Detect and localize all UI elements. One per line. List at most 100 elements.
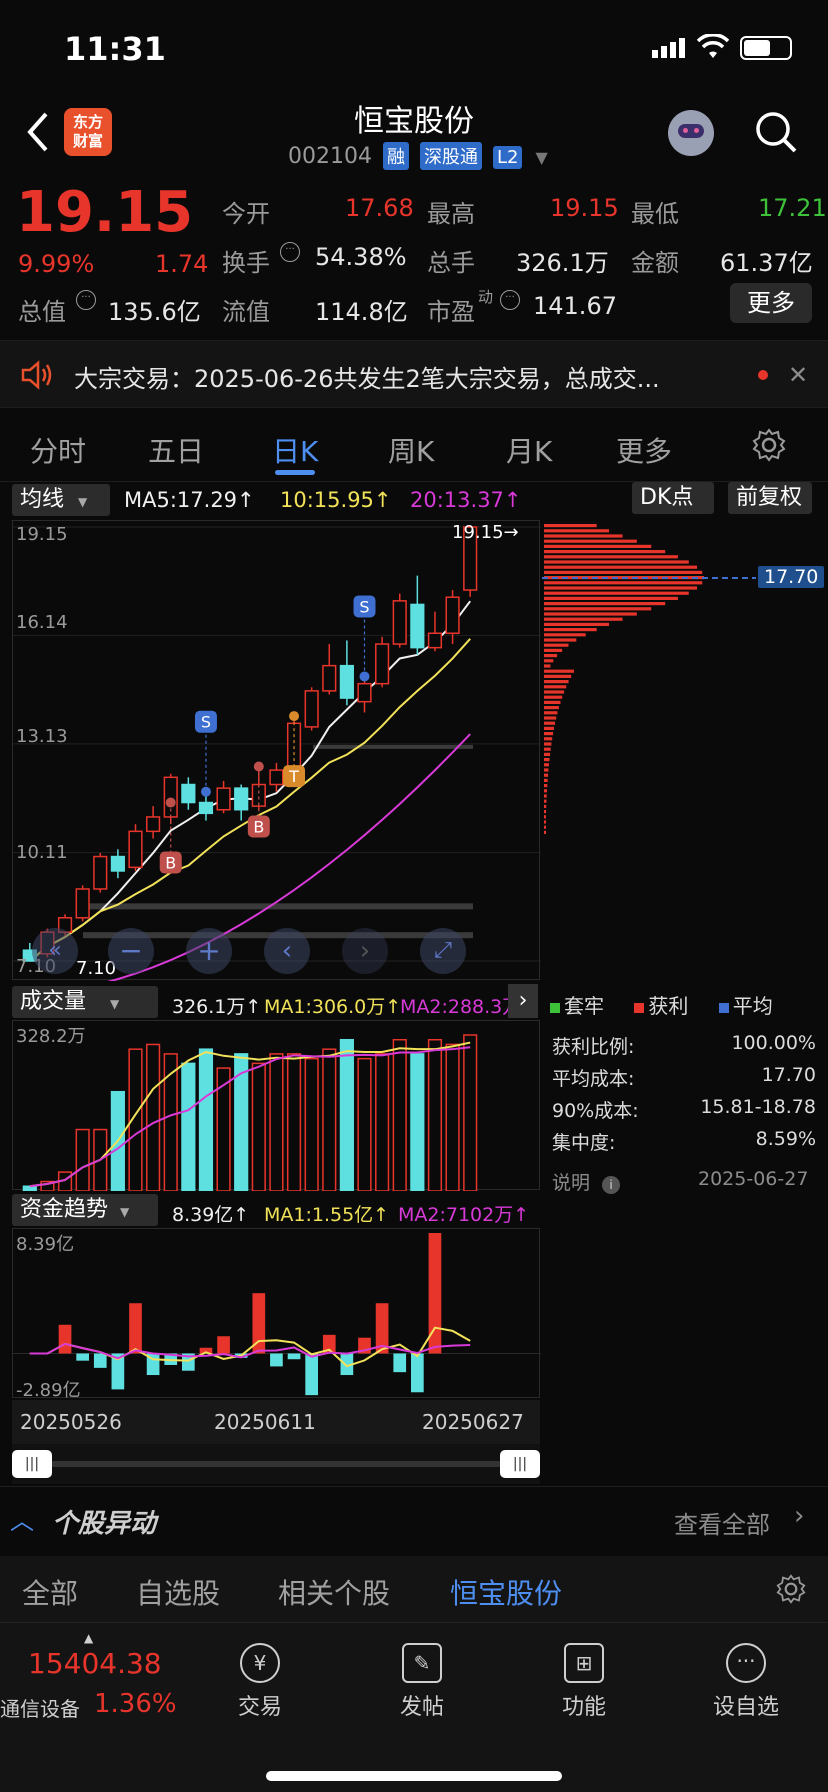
candle-body — [146, 816, 161, 833]
tab-weekly-k[interactable]: 周K — [388, 430, 434, 470]
chip-bar — [544, 721, 556, 725]
chip-bar — [544, 612, 637, 616]
ma20-value: 20:13.37↑ — [410, 488, 522, 512]
chip-bar — [544, 628, 597, 632]
low-value: 17.21 — [758, 194, 827, 222]
chip-bar — [544, 685, 567, 689]
range-handle-right[interactable]: ||| — [500, 1450, 540, 1478]
tab-more[interactable]: 更多 — [616, 430, 672, 470]
volume-bar — [286, 1053, 302, 1192]
candle-body — [75, 888, 90, 919]
tab-all[interactable]: 全部 — [22, 1572, 78, 1612]
buy-marker-2-label: B — [253, 818, 264, 837]
more-dots-icon: ··· — [726, 1643, 766, 1683]
signal-icon — [652, 38, 688, 58]
float-cap-value: 114.8亿 — [315, 298, 408, 326]
tab-intraday[interactable]: 分时 — [30, 430, 86, 470]
chip-note[interactable]: 说明 i — [552, 1168, 621, 1195]
chip-bar — [544, 570, 703, 574]
amount-label: 金额 — [631, 249, 679, 277]
news-tabs: 全部 自选股 相关个股 恒宝股份 — [0, 1556, 828, 1622]
range-slider[interactable]: ||| ||| — [12, 1444, 540, 1484]
trade-button[interactable]: ¥ 交易 — [220, 1643, 300, 1721]
candle-body — [110, 855, 125, 872]
tab-this-stock[interactable]: 恒宝股份 — [450, 1572, 562, 1612]
kline-chart[interactable]: S S B B T — [12, 520, 541, 981]
expand-right-icon[interactable]: › — [508, 984, 538, 1018]
chip-bar — [544, 784, 548, 788]
function-button[interactable]: ⊞ 功能 — [544, 1643, 624, 1721]
sell-marker-1-dot — [200, 786, 211, 797]
collapse-up-icon[interactable]: ︿ — [10, 1501, 34, 1536]
indicator-select[interactable]: 均线 ▼ — [12, 484, 110, 516]
add-watchlist-button[interactable]: ··· 设自选 — [706, 1643, 786, 1721]
robot-assistant-icon[interactable] — [668, 110, 714, 156]
trade-marker-dot — [289, 711, 300, 722]
fund-chart[interactable] — [12, 1228, 541, 1398]
candle-body — [375, 643, 390, 685]
tab-watchlist[interactable]: 自选股 — [136, 1572, 220, 1612]
volume-chart[interactable] — [12, 1020, 540, 1192]
chip-bar — [544, 763, 549, 767]
zoom-in-icon[interactable]: + — [186, 928, 232, 974]
info-dots-icon[interactable]: ··· — [76, 290, 96, 310]
float-cap-label: 流值 — [222, 298, 270, 326]
notice-bar[interactable]: 大宗交易：2025-06-26共发生2笔大宗交易，总成交... ✕ — [0, 340, 828, 408]
volume-bar — [198, 1048, 214, 1192]
post-button[interactable]: ✎ 发帖 — [382, 1643, 462, 1721]
prev-icon[interactable]: ‹ — [264, 928, 310, 974]
open-value: 17.68 — [345, 194, 414, 222]
chip-date: 2025-06-27 — [698, 1168, 809, 1190]
sell-marker-2-label: S — [359, 597, 369, 616]
tab-five-day[interactable]: 五日 — [148, 430, 204, 470]
tag-l2: L2 — [492, 146, 523, 169]
candle-body — [427, 632, 443, 649]
chip-bar — [544, 700, 561, 704]
range-handle-left[interactable]: ||| — [12, 1450, 52, 1478]
more-button[interactable]: 更多 — [730, 283, 812, 323]
chip-bar — [544, 669, 574, 673]
tab-monthly-k[interactable]: 月K — [506, 430, 552, 470]
chip-bar — [544, 794, 547, 798]
volume-bar — [75, 1128, 90, 1192]
chip-bar — [544, 804, 547, 808]
movement-bar[interactable]: ︿ 个股异动 查看全部 › — [0, 1486, 828, 1554]
movement-title: 个股异动 — [52, 1509, 157, 1539]
volume-bar — [304, 1057, 319, 1192]
index-value[interactable]: 15404.38 — [28, 1647, 162, 1680]
legend-trapped: 套牢 — [564, 994, 604, 1018]
volume-bar — [445, 1043, 460, 1192]
chip-bar — [544, 789, 548, 793]
rewind-icon[interactable]: « — [32, 928, 78, 974]
info-dots-icon[interactable]: ··· — [500, 290, 520, 310]
candle-body — [198, 801, 214, 815]
view-all-link[interactable]: 查看全部 — [674, 1505, 770, 1540]
chip-bar — [544, 752, 551, 756]
dk-point-button[interactable]: DK点 — [632, 482, 714, 514]
info-dots-icon[interactable]: ··· — [280, 242, 300, 262]
chip-distribution — [542, 520, 828, 980]
settings-gear-icon[interactable] — [752, 428, 786, 462]
stock-code-row[interactable]: 002104 融 深股通 L2 ▼ — [288, 142, 548, 170]
volume-indicator-select[interactable]: 成交量 ▼ — [12, 986, 158, 1018]
chip-bar — [544, 690, 565, 694]
fund-indicator-select[interactable]: 资金趋势 ▼ — [12, 1194, 158, 1226]
buy-marker-2-dot — [253, 761, 264, 772]
chip-bar — [544, 648, 563, 652]
chart-controls: « − + ‹ › ⤢ — [32, 924, 472, 980]
tab-active-indicator — [275, 470, 315, 475]
tab-daily-k[interactable]: 日K — [272, 430, 318, 470]
chip-bar — [544, 596, 678, 600]
chip-bar — [544, 773, 549, 777]
next-icon[interactable]: › — [342, 928, 388, 974]
zoom-out-icon[interactable]: − — [108, 928, 154, 974]
close-icon[interactable]: ✕ — [788, 361, 808, 389]
search-icon[interactable] — [754, 110, 798, 154]
fullscreen-icon[interactable]: ⤢ — [420, 928, 466, 974]
chip-bar — [544, 732, 554, 736]
tab-related[interactable]: 相关个股 — [278, 1572, 390, 1612]
adjust-button[interactable]: 前复权 — [728, 482, 812, 514]
volume-bar — [146, 1043, 161, 1192]
settings-gear-icon[interactable] — [776, 1574, 806, 1604]
stat-value: 8.59% — [755, 1128, 816, 1150]
